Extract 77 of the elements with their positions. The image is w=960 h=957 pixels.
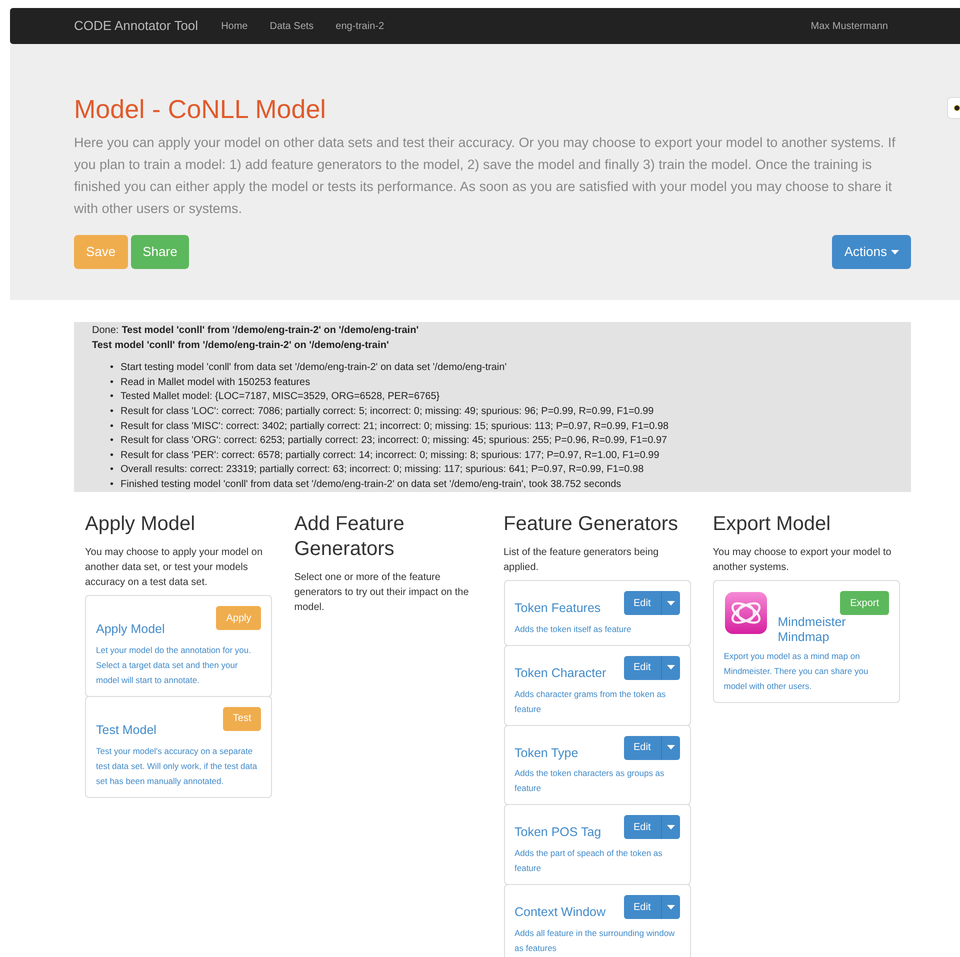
section-description: List of the feature generators being applied. <box>504 546 660 575</box>
actions-dropdown-button[interactable]: Actions <box>832 235 911 269</box>
section-description: Select one or more of the feature generators to try out their impact on the model. <box>294 571 470 615</box>
circle-icon <box>954 104 960 112</box>
dropdown-toggle[interactable] <box>660 815 680 840</box>
nav-link[interactable]: Home <box>210 18 259 34</box>
dropdown-toggle[interactable] <box>660 591 680 615</box>
card-title: Test Model <box>96 722 156 739</box>
edit-button[interactable]: Edit <box>624 815 661 840</box>
dropdown-toggle[interactable] <box>660 736 680 760</box>
card-title: Token Type <box>514 744 578 762</box>
card-description: Let your model do the annotation for you. Select a target data set and then your model will start to annotate. <box>96 644 252 687</box>
caret-icon <box>666 665 675 670</box>
task-name: Test model 'conll' from '/demo/eng-train-2' on '/demo/eng-train' <box>122 324 419 338</box>
log-entry: Overall results: correct: 23319; partially correct: 63; incorrect: 0; missing: 117; spurious: 641; P=0.97, R=0.99, F1=0.98 <box>120 463 644 478</box>
section-description: You may choose to export your model to another systems. <box>712 546 892 575</box>
section-title: Feature Generators <box>504 512 680 537</box>
bullet-mark: • <box>110 361 114 376</box>
caret-icon <box>666 745 675 750</box>
card-description: Adds the part of speach of the token as feature <box>514 847 664 875</box>
log-title: Test model 'conll' from '/demo/eng-train-2' on '/demo/eng-train' <box>92 338 390 353</box>
card-title: Token Features <box>514 600 601 617</box>
orbit-icon <box>724 591 768 635</box>
card-button[interactable]: Test <box>222 706 262 731</box>
card-title: Token Character <box>514 664 606 682</box>
brand-link[interactable]: CODE Annotator Tool <box>74 16 198 36</box>
section-title: Apply Model <box>85 512 196 537</box>
log-entry: Result for class 'LOC': correct: 7086; partially correct: 5; incorrect: 0; missing: 49; spurious: 96; P=0.99, R=0.99, F1=0.99 <box>120 404 654 419</box>
nav-link[interactable]: eng-train-2 <box>324 18 396 34</box>
user-link[interactable]: Max Mustermann <box>810 18 888 34</box>
caret-icon <box>891 250 899 254</box>
bullet-mark: • <box>110 420 114 434</box>
bullet-mark: • <box>110 390 114 404</box>
card-description: Adds all feature in the surrounding window as features <box>514 926 676 955</box>
action-button[interactable]: Save <box>74 235 128 269</box>
bullet-mark: • <box>110 448 114 463</box>
card-title: Mindmeister Mindmap <box>778 615 847 645</box>
section-title: Export Model <box>712 512 832 537</box>
bullet-mark: • <box>110 434 114 448</box>
log-entry: Tested Mallet model: {LOC=7187, MISC=3529, ORG=6528, PER=6765} <box>120 390 440 404</box>
card-description: Export you model as a mind map on Mindmeister. There you can share you model with other users. <box>724 650 870 693</box>
nav-link[interactable]: Data Sets <box>258 18 325 34</box>
log-entry: Start testing model 'conll' from data set '/demo/eng-train-2' on data set '/demo/eng-train' <box>120 361 507 376</box>
edit-button[interactable]: Edit <box>624 656 661 680</box>
caret-icon <box>666 904 675 910</box>
log-entry: Result for class 'MISC': correct: 3402; partially correct: 21; incorrect: 0; missing: 15; spurious: 113; P=0.97, R=0.99, F1=0.98 <box>120 420 669 434</box>
card-description: Adds character grams from the token as feature <box>514 688 667 716</box>
caret-icon <box>666 600 675 606</box>
card-button[interactable]: Apply <box>216 606 262 630</box>
action-button[interactable]: Share <box>130 235 190 269</box>
edit-button[interactable]: Edit <box>624 895 661 919</box>
log-entry: Result for class 'ORG': correct: 6253; partially correct: 23; incorrect: 0; missing: 45; spurious: 255; P=0.96, R=0.99, F1=0.97 <box>120 434 668 448</box>
edit-button[interactable]: Edit <box>624 736 661 760</box>
log-entry: Finished testing model 'conll' from data set '/demo/eng-train-2' on data set '/demo/eng-train', took 38.752 seconds <box>120 478 622 492</box>
card-title: Token POS Tag <box>514 824 602 842</box>
card-title: Apply Model <box>96 621 165 638</box>
bullet-mark: • <box>110 376 114 390</box>
bullet-mark: • <box>110 478 114 492</box>
dropdown-toggle[interactable] <box>660 895 680 919</box>
section-title: Add Feature Generators <box>294 512 406 562</box>
dropdown-toggle[interactable] <box>660 656 680 680</box>
log-entry: Read in Mallet model with 150253 features <box>120 376 310 390</box>
caret-icon <box>666 824 675 830</box>
edit-button[interactable]: Edit <box>624 591 661 615</box>
card-description: Adds the token itself as feature <box>514 622 632 636</box>
card-title: Context Window <box>514 904 606 921</box>
card-description: Test your model's accuracy on a separate test data set. Will only work, if the test data set has been manually annotated. <box>96 744 258 788</box>
bullet-mark: • <box>110 463 114 478</box>
section-description: You may choose to apply your model on another data set, or test your models accuracy on a test data set. <box>85 546 264 590</box>
card-description: Adds the token characters as groups as feature <box>514 767 666 796</box>
page-description: Here you can apply your model on other data sets and test their accuracy. Or you may choose to export your model to another systems. If you plan to train a model: 1) add feature generators to the model, 2) save the model and finally 3) train the model. Once the training is finished you can either apply the model or tests its performance. As soon as you are satisfied with your model you may choose to share it with other users or systems. <box>74 134 896 218</box>
side-tab[interactable] <box>947 97 960 119</box>
page-title: Model - CoNLL Model <box>74 93 327 126</box>
status-label: Done: <box>92 324 119 338</box>
bullet-mark: • <box>110 404 114 419</box>
export-button[interactable]: Export <box>840 591 889 615</box>
log-entry: Result for class 'PER': correct: 6578; partially correct: 14; incorrect: 0; missing: 8; spurious: 177; P=0.97, R=1.00, F1=0.99 <box>120 448 660 463</box>
